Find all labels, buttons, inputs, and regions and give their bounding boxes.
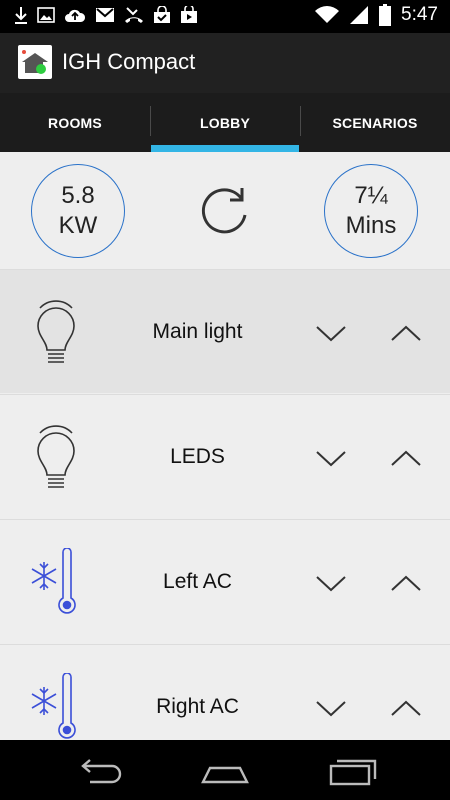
action-bar: IGH Compact: [0, 33, 450, 93]
ac-thermometer-icon: [31, 548, 76, 614]
device-label: Left AC: [163, 570, 232, 593]
summary-panel: 5.8 KW 7¼ Mins: [0, 152, 450, 269]
tab-lobby-label: LOBBY: [200, 114, 250, 131]
power-unit: KW: [58, 212, 98, 239]
chevron-down-icon[interactable]: [308, 560, 354, 606]
time-value: 7¼: [354, 182, 388, 209]
tab-scenarios-label: SCENARIOS: [332, 114, 418, 131]
recents-icon[interactable]: [321, 752, 381, 788]
signal-icon: [350, 6, 369, 24]
system-status: 5:47: [315, 4, 438, 26]
navigation-bar: [0, 740, 450, 800]
download-icon: [15, 7, 27, 24]
device-row-main-light: Main light: [0, 269, 450, 393]
chevron-down-icon[interactable]: [308, 685, 354, 731]
light-bulb-icon: [37, 425, 75, 488]
app-title: IGH Compact: [62, 49, 196, 74]
status-bar: 5:47: [0, 0, 450, 33]
clock: 5:47: [401, 4, 438, 25]
wifi-icon: [315, 6, 340, 24]
power-readout: 5.8 KW: [31, 164, 125, 258]
device-label: LEDS: [170, 445, 225, 468]
refresh-icon[interactable]: [195, 182, 255, 242]
back-icon[interactable]: [70, 752, 130, 788]
battery-icon: [379, 4, 392, 26]
chevron-up-icon[interactable]: [383, 685, 429, 731]
device-row-leds: LEDS: [0, 394, 450, 518]
time-readout: 7¼ Mins: [324, 164, 418, 258]
tab-lobby[interactable]: LOBBY: [150, 93, 300, 152]
shopping-bag-icon: [154, 6, 170, 23]
tab-rooms-label: ROOMS: [48, 114, 102, 131]
chevron-down-icon[interactable]: [308, 435, 354, 481]
device-row-left-ac: Left AC: [0, 519, 450, 643]
chevron-up-icon[interactable]: [383, 560, 429, 606]
tab-rooms[interactable]: ROOMS: [0, 93, 150, 152]
cloud-upload-icon: [65, 9, 86, 22]
notification-icons: [14, 6, 198, 24]
chevron-up-icon[interactable]: [383, 435, 429, 481]
play-store-icon: [181, 6, 197, 23]
home-app-icon: [18, 45, 52, 79]
gmail-icon: [96, 8, 114, 22]
chevron-down-icon[interactable]: [308, 310, 354, 356]
chevron-up-icon[interactable]: [383, 310, 429, 356]
missed-call-icon: [125, 7, 143, 23]
power-value: 5.8: [61, 182, 95, 209]
device-label: Main light: [152, 320, 243, 343]
app-screen: 5:47 IGH Compact ROOMS LOBBY SCENARIOS 5…: [0, 0, 450, 800]
tab-bar: ROOMS LOBBY SCENARIOS: [0, 93, 450, 152]
home-icon[interactable]: [195, 752, 255, 788]
light-bulb-icon: [37, 300, 75, 363]
image-icon: [37, 7, 55, 23]
tab-scenarios[interactable]: SCENARIOS: [300, 93, 450, 152]
ac-thermometer-icon: [31, 673, 76, 739]
time-unit: Mins: [345, 212, 397, 239]
